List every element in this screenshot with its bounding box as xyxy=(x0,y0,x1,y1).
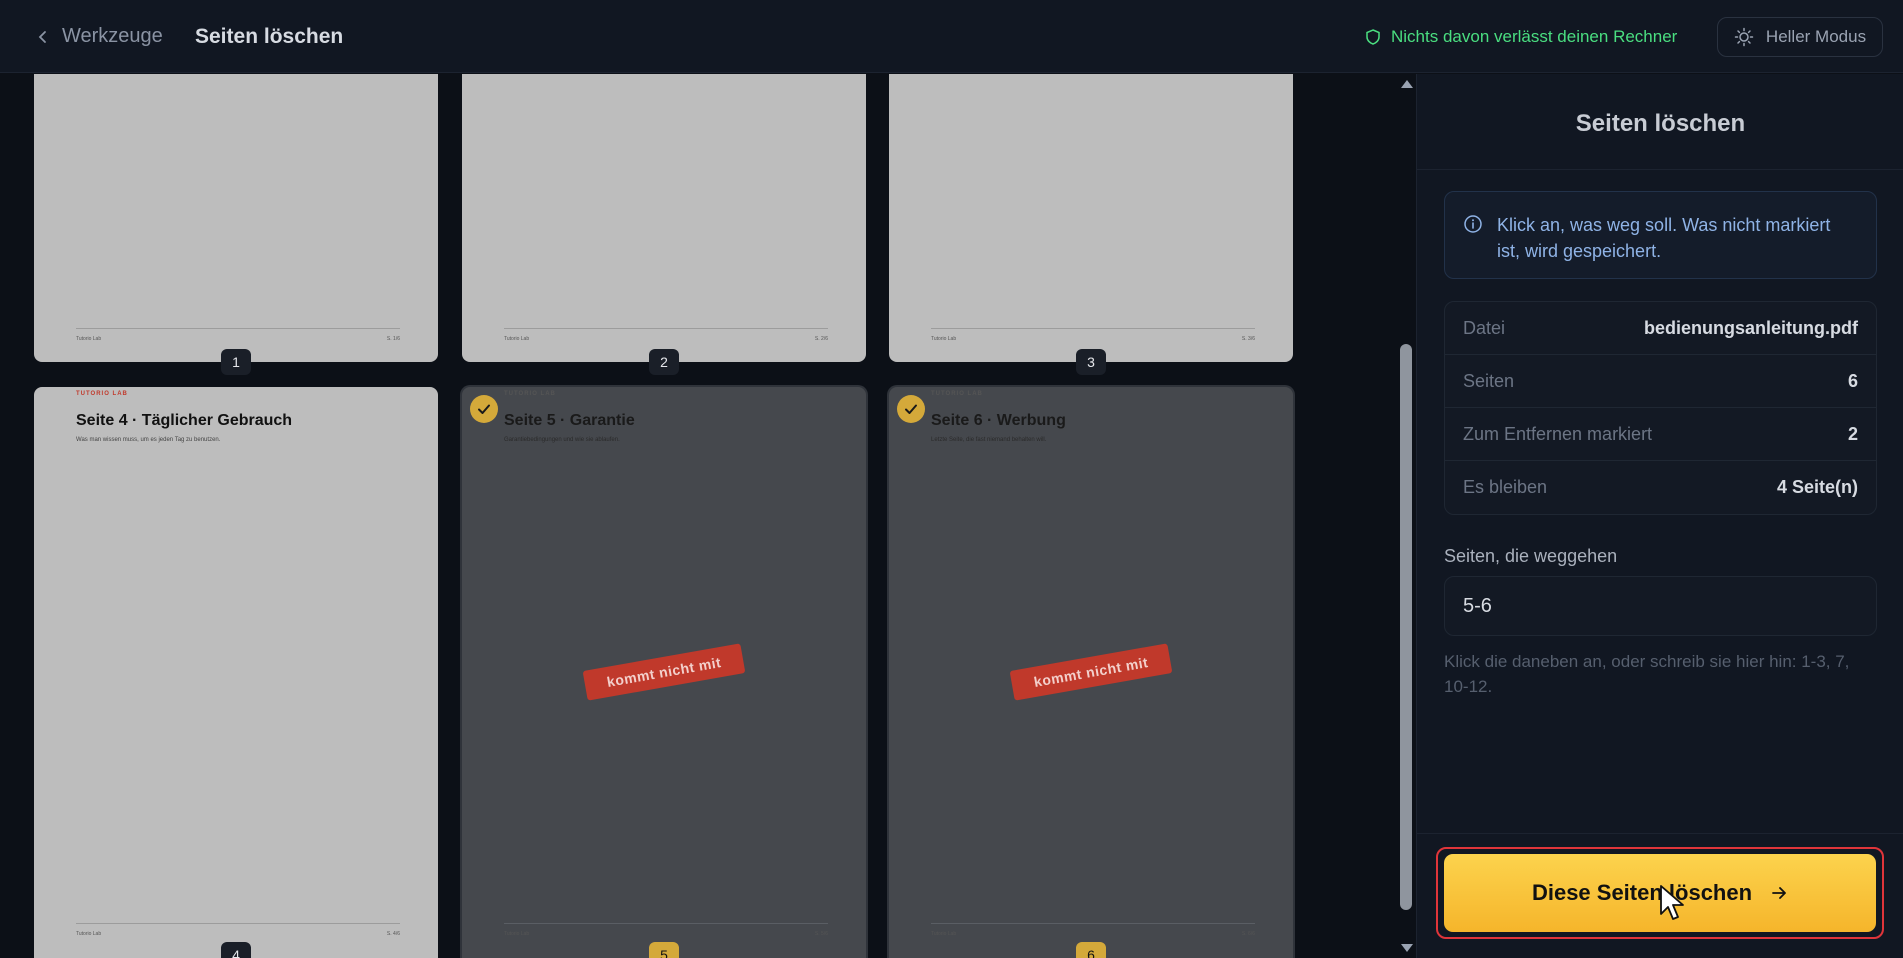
stat-value: 6 xyxy=(1847,370,1858,391)
page-title: Seiten löschen xyxy=(195,25,344,48)
removal-stamp: kommt nicht mit xyxy=(1009,643,1173,701)
stat-label: Zum Entfernen markiert xyxy=(1463,423,1653,444)
removal-stamp: kommt nicht mit xyxy=(582,643,746,701)
page-heading: Seite 6 · Werbung xyxy=(931,412,1066,429)
page-subtitle: Garantiebedingungen und wie sie ablaufen… xyxy=(504,437,620,443)
page-heading: Seite 4 · Täglicher Gebrauch xyxy=(76,412,293,429)
page-footer-left: Tutorio Lab xyxy=(76,336,102,342)
page-number-badge: 4 xyxy=(221,942,251,958)
page-thumbnail-3[interactable]: Tutorio Lab S. 3/6 3 xyxy=(889,74,1293,375)
pages-to-delete-input[interactable] xyxy=(1444,576,1877,636)
stat-row-remaining: Es bleiben 4 Seite(n) xyxy=(1445,461,1876,514)
shield-icon xyxy=(1366,29,1380,45)
privacy-text: Nichts davon verlässt deinen Rechner xyxy=(1391,27,1678,46)
stat-row-file: Datei bedienungsanleitung.pdf xyxy=(1445,302,1876,355)
info-text: Klick an, was weg soll. Was nicht markie… xyxy=(1497,215,1831,261)
page-brand: TUTORIO LAB xyxy=(504,391,556,397)
selected-check-icon[interactable] xyxy=(897,395,925,423)
page-thumbnail-4[interactable]: TUTORIO LAB Seite 4 · Täglicher Gebrauch… xyxy=(34,387,438,958)
delete-pages-label: Diese Seiten löschen xyxy=(1531,880,1753,905)
page-subtitle: Letzte Seite, die fast niemand behalten … xyxy=(931,437,1047,443)
pages-field-hint: Klick die daneben an, oder schreib sie h… xyxy=(1444,652,1850,696)
page-number-badge: 5 xyxy=(649,942,679,958)
chevron-left-icon xyxy=(38,30,46,43)
stat-label: Seiten xyxy=(1463,370,1515,391)
page-footer-left: Tutorio Lab xyxy=(931,336,957,342)
page-number-badge: 2 xyxy=(649,349,679,375)
light-mode-button[interactable]: Heller Modus xyxy=(1717,17,1883,57)
scrollbar-thumb[interactable] xyxy=(1400,344,1412,910)
page-grid: Tutorio Lab S. 1/6 1 Tutorio Lab S. 2/6 … xyxy=(0,74,1397,958)
page-heading: Seite 5 · Garantie xyxy=(504,412,635,429)
page-number-badge: 3 xyxy=(1076,349,1106,375)
page-footer-right: S. 6/6 xyxy=(1241,931,1255,937)
back-to-tools-link[interactable]: Werkzeuge xyxy=(36,25,163,48)
page-footer-right: S. 1/6 xyxy=(386,336,400,342)
light-mode-label: Heller Modus xyxy=(1765,27,1867,46)
info-box: Klick an, was weg soll. Was nicht markie… xyxy=(1444,191,1877,279)
page-thumbnail-6[interactable]: TUTORIO LAB Seite 6 · Werbung Letzte Sei… xyxy=(889,387,1293,958)
scroll-down-icon[interactable] xyxy=(1401,944,1413,952)
page-number-badge: 1 xyxy=(221,349,251,375)
mouse-cursor-icon xyxy=(1660,885,1684,920)
page-footer-right: S. 4/6 xyxy=(386,931,400,937)
divider xyxy=(1417,833,1903,834)
divider xyxy=(1417,169,1903,170)
page-footer-rule xyxy=(504,328,828,329)
page-brand: TUTORIO LAB xyxy=(931,391,983,397)
arrow-right-icon xyxy=(1772,887,1786,899)
pages-field-label: Seiten, die weggehen xyxy=(1444,546,1618,566)
page-footer-rule xyxy=(76,923,400,924)
sun-icon xyxy=(1734,27,1754,47)
sidebar: Seiten löschen Klick an, was weg soll. W… xyxy=(1416,74,1903,958)
sidebar-title: Seiten löschen xyxy=(1575,110,1746,137)
page-thumbnail-2[interactable]: Tutorio Lab S. 2/6 2 xyxy=(462,74,866,375)
file-stats: Datei bedienungsanleitung.pdf Seiten 6 Zum… xyxy=(1444,301,1877,515)
stat-value: 4 Seite(n) xyxy=(1776,477,1858,497)
info-icon xyxy=(1464,215,1482,233)
stat-value: bedienungsanleitung.pdf xyxy=(1644,317,1858,338)
grid-scrollbar[interactable] xyxy=(1397,74,1415,958)
page-thumbnail-5[interactable]: TUTORIO LAB Seite 5 · Garantie Garantieb… xyxy=(462,387,866,958)
page-footer-left: Tutorio Lab xyxy=(931,931,957,937)
page-thumbnail-1[interactable]: Tutorio Lab S. 1/6 1 xyxy=(34,74,438,375)
top-bar: Werkzeuge Seiten löschen Nichts davon ve… xyxy=(0,0,1903,73)
page-number-badge: 6 xyxy=(1076,942,1106,958)
stat-label: Es bleiben xyxy=(1463,477,1548,497)
selected-check-icon[interactable] xyxy=(470,395,498,423)
scroll-up-icon[interactable] xyxy=(1401,80,1413,88)
page-footer-left: Tutorio Lab xyxy=(504,336,530,342)
page-footer-rule xyxy=(931,328,1255,329)
stat-label: Datei xyxy=(1463,317,1506,338)
page-footer-left: Tutorio Lab xyxy=(504,931,530,937)
page-footer-left: Tutorio Lab xyxy=(76,931,102,937)
back-label: Werkzeuge xyxy=(62,25,163,47)
page-footer-rule xyxy=(76,328,400,329)
page-subtitle: Was man wissen muss, um es jeden Tag zu … xyxy=(76,437,221,443)
page-footer-right: S. 5/6 xyxy=(814,931,828,937)
page-footer-rule xyxy=(504,923,828,924)
page-footer-right: S. 2/6 xyxy=(814,336,828,342)
stat-row-marked: Zum Entfernen markiert 2 xyxy=(1445,408,1876,461)
page-footer-right: S. 3/6 xyxy=(1241,336,1255,342)
page-brand: TUTORIO LAB xyxy=(76,391,128,397)
stat-value: 2 xyxy=(1847,423,1858,444)
stat-row-pages: Seiten 6 xyxy=(1445,355,1876,408)
privacy-notice: Nichts davon verlässt deinen Rechner xyxy=(1365,27,1677,47)
page-footer-rule xyxy=(931,923,1255,924)
